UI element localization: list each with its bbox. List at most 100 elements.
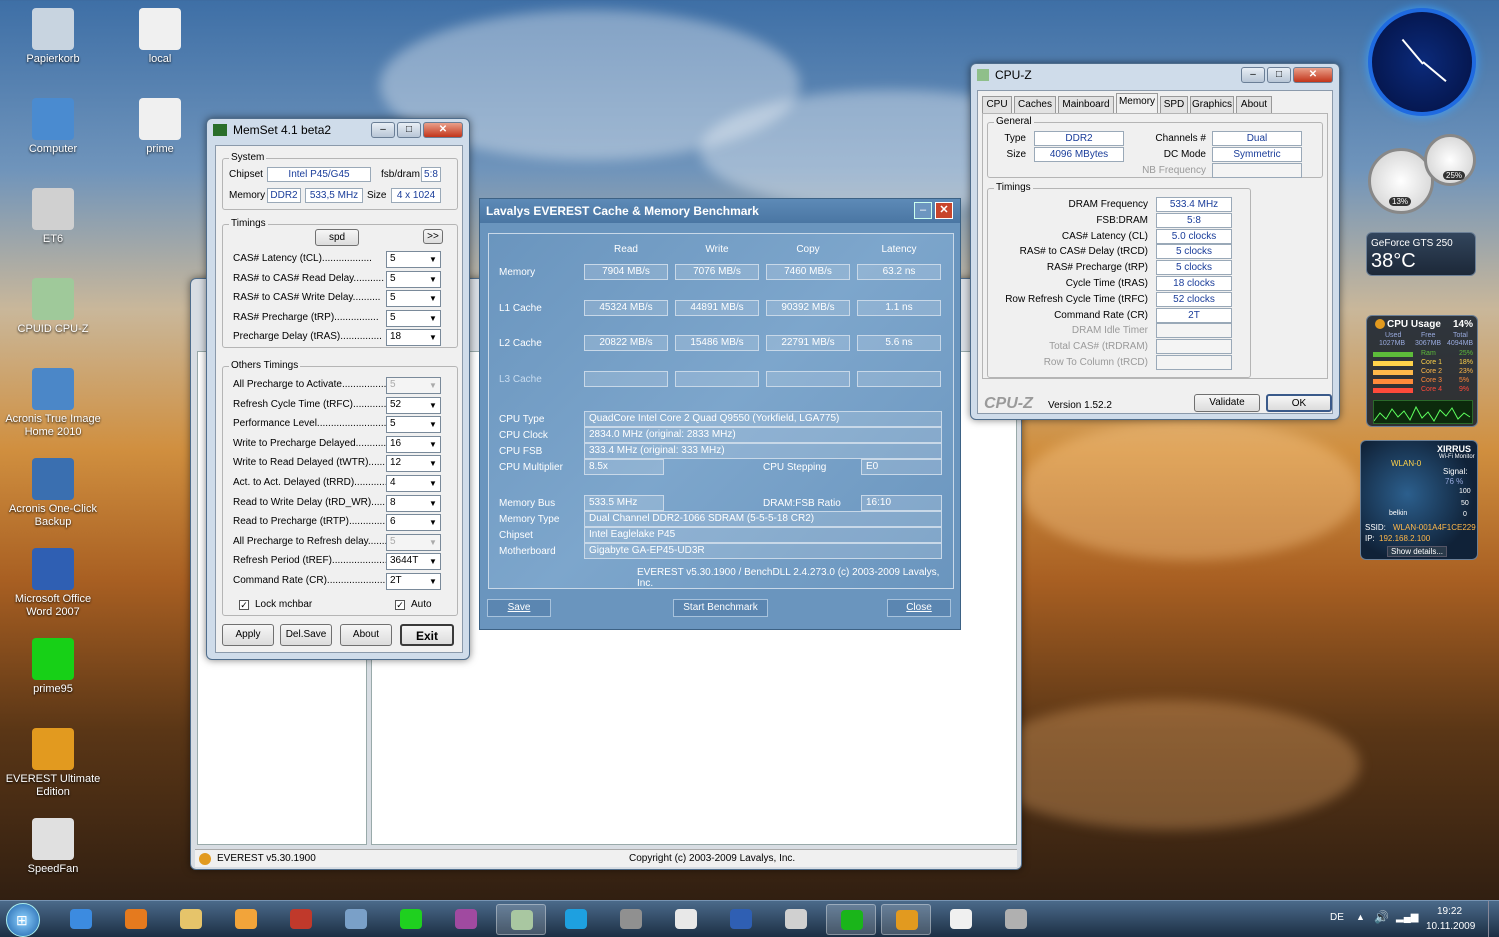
minimize-button[interactable]: – [1241,67,1265,83]
apply-button[interactable]: Apply [222,624,274,646]
taskbar-item-word[interactable] [716,904,766,935]
auto-checkbox[interactable]: ✓ [395,600,405,610]
tab-spd[interactable]: SPD [1160,96,1188,113]
timing-select[interactable]: 52 ▼ [386,396,441,414]
taskbar-item-explorer[interactable] [166,904,216,935]
taskbar-item-firefox[interactable] [111,904,161,935]
taskbar-item-net[interactable] [991,904,1041,935]
taskbar-item-tool2[interactable] [331,904,381,935]
taskbar-item-everest[interactable] [881,904,931,935]
timing-select[interactable]: 4 ▼ [386,475,441,492]
desktop-icon[interactable]: ET6 [3,188,103,246]
timing-select[interactable]: 5 ▼ [386,290,441,308]
clock-minute-hand [1422,61,1447,83]
ram-gauge[interactable]: 25% [1424,134,1476,186]
wlan-gadget[interactable]: XIRRUS Wi-Fi Monitor WLAN-0 Signal: 76 %… [1360,440,1478,560]
memset-titlebar[interactable]: MemSet 4.1 beta2 – □ ✕ [207,119,469,141]
save-button[interactable]: Save [487,599,551,617]
timing-select[interactable]: 5 ▼ [386,416,441,434]
desktop-icon[interactable]: EVEREST Ultimate Edition [3,728,103,799]
cpuz-titlebar[interactable]: CPU-Z – □ ✕ [971,64,1339,86]
taskbar-item-media[interactable] [221,904,271,935]
clock-date[interactable]: 10.11.2009 [1426,921,1475,932]
language-indicator[interactable]: DE [1330,912,1344,923]
desktop-icon[interactable]: prime95 [3,638,103,696]
timing-label: Refresh Period (tREF)...................… [233,555,387,567]
minimize-button[interactable]: – [371,122,395,138]
timing-select[interactable]: 16 ▼ [386,435,441,453]
taskbar-item-et6[interactable] [771,904,821,935]
timing-select[interactable]: 8 ▼ [386,494,441,512]
start-button[interactable]: ⊞ [6,903,40,937]
minimize-button[interactable]: – [914,202,932,219]
desktop-icon[interactable]: CPUID CPU-Z [3,278,103,336]
desktop-icon[interactable]: Microsoft Office Word 2007 [3,548,103,619]
gpu-gadget[interactable]: GeForce GTS 250 38°C [1366,232,1476,276]
more-button[interactable]: >> [423,229,443,244]
tray-expand-icon[interactable]: ▲ [1356,912,1365,922]
network-icon[interactable]: ▂▄▆ [1396,912,1418,923]
taskbar-item-tool3[interactable] [606,904,656,935]
timing-select[interactable]: 2T ▼ [386,573,441,590]
desktop-icon-label: Microsoft Office Word 2007 [14,593,92,618]
timing-select[interactable]: 3644T ▼ [386,553,441,571]
taskbar-item-doc[interactable] [936,904,986,935]
clock-time[interactable]: 19:22 [1437,906,1462,917]
volume-icon[interactable]: 🔊 [1374,910,1389,924]
validate-button[interactable]: Validate [1194,394,1260,412]
maximize-button[interactable]: □ [1267,67,1291,83]
ok-button[interactable]: OK [1266,394,1332,412]
close-benchmark-button[interactable]: Close [887,599,951,617]
timing-select[interactable]: 5 ▼ [386,251,441,268]
chevron-down-icon: ▼ [429,479,437,488]
desktop-icon[interactable]: Papierkorb [3,8,103,66]
timing-select[interactable]: 12 ▼ [386,455,441,473]
taskbar-item-tool1[interactable] [276,904,326,935]
close-button[interactable]: ✕ [935,202,953,219]
timing-select[interactable]: 5 ▼ [386,533,441,551]
delsave-button[interactable]: Del.Save [280,624,332,646]
tab-memory[interactable]: Memory [1116,93,1158,113]
wlan-ip-label: IP: [1365,534,1375,543]
taskbar-item-memset[interactable] [826,904,876,935]
start-benchmark-button[interactable]: Start Benchmark [673,599,768,617]
clock-gadget[interactable] [1368,8,1476,116]
taskbar-item-notepad[interactable] [661,904,711,935]
maximize-button[interactable]: □ [397,122,421,138]
timing-select[interactable]: 18 ▼ [386,329,441,347]
desktop-icon[interactable]: Computer [3,98,103,156]
taskbar-item-cpuz[interactable] [496,904,546,935]
tab-about[interactable]: About [1236,96,1272,113]
tab-mainboard[interactable]: Mainboard [1058,96,1114,113]
taskbar-item-ie[interactable] [56,904,106,935]
desktop-icon[interactable]: Acronis One-Click Backup [3,458,103,529]
wlan-details-button[interactable]: Show details... [1387,546,1448,557]
desktop-icon[interactable]: SpeedFan [3,818,103,876]
desktop-icon-label: Acronis One-Click Backup [8,503,98,528]
desktop-icon[interactable]: prime [110,98,210,156]
lock-mchbar-checkbox[interactable]: ✓ [239,600,249,610]
taskbar-item-prime95[interactable] [386,904,436,935]
benchmark-titlebar[interactable]: Lavalys EVEREST Cache & Memory Benchmark… [480,199,960,223]
timing-select[interactable]: 5 ▼ [386,309,441,327]
taskbar-item-skype[interactable] [551,904,601,935]
show-desktop-button[interactable] [1488,901,1499,937]
spd-button[interactable]: spd [315,229,359,246]
tab-caches[interactable]: Caches [1014,96,1056,113]
timing-select[interactable]: 5 ▼ [386,270,441,288]
timing-select[interactable]: 6 ▼ [386,514,441,532]
cpu-usage-gadget[interactable]: CPU Usage 14% Used 1027MB Free 3067MB Total 4… [1366,315,1478,427]
tab-graphics[interactable]: Graphics [1190,96,1234,113]
benchmark-panel: Read Write Copy Latency Memory 7904 MB/s 7076 … [488,233,954,589]
tab-cpu[interactable]: CPU [982,96,1012,113]
cpu-clock-label: CPU Clock [499,430,548,441]
timing-select[interactable]: 5 ▼ [386,377,441,394]
close-button[interactable]: ✕ [423,122,463,138]
taskbar-item-winrar[interactable] [441,904,491,935]
about-button[interactable]: About [340,624,392,646]
firefox-icon [125,909,147,929]
close-button[interactable]: ✕ [1293,67,1333,83]
desktop-icon[interactable]: Acronis True Image Home 2010 [3,368,103,439]
desktop-icon[interactable]: local [110,8,210,66]
exit-button[interactable]: Exit [400,624,454,646]
